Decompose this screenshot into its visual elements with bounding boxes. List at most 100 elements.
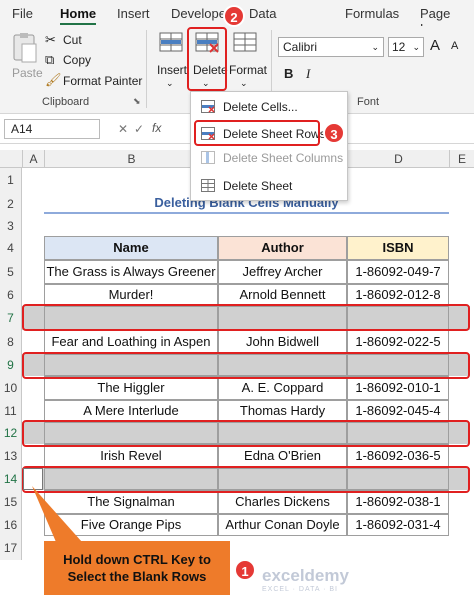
- chevron-down-icon[interactable]: ⌄: [166, 78, 174, 89]
- table-header-cell[interactable]: Author: [218, 236, 347, 260]
- font-name-select[interactable]: Calibri ⌄: [278, 37, 384, 57]
- row-header[interactable]: 3: [0, 216, 22, 236]
- insert-cells-icon[interactable]: [158, 31, 184, 55]
- enter-icon[interactable]: ✓: [134, 122, 144, 136]
- table-header-cell[interactable]: ISBN: [347, 236, 449, 260]
- copy-button[interactable]: Copy: [63, 53, 91, 67]
- table-cell[interactable]: Charles Dickens: [218, 490, 347, 514]
- italic-button[interactable]: I: [306, 66, 310, 82]
- table-cell[interactable]: 1-86092-010-1: [347, 376, 449, 400]
- chevron-down-icon: ⌄: [412, 42, 420, 52]
- row-header[interactable]: 11: [0, 400, 22, 422]
- paste-icon[interactable]: [10, 32, 42, 64]
- table-cell[interactable]: Edna O'Brien: [218, 444, 347, 468]
- table-cell[interactable]: 1-86092-031-4: [347, 514, 449, 536]
- row-header[interactable]: 16: [0, 514, 22, 536]
- menu-item-delete-sheet[interactable]: Delete Sheet: [191, 174, 347, 198]
- copy-icon[interactable]: ⧉: [45, 52, 54, 68]
- font-name-value: Calibri: [283, 40, 318, 54]
- format-cells-icon[interactable]: [232, 31, 258, 55]
- callout-line-2: Select the Blank Rows: [67, 569, 207, 584]
- row-header[interactable]: 1: [0, 168, 22, 192]
- menu-item-label: Delete Sheet: [223, 179, 293, 193]
- format-painter-icon[interactable]: 🖌: [45, 72, 62, 88]
- blank-row-highlight: [22, 420, 470, 447]
- name-box[interactable]: A14: [4, 119, 100, 139]
- font-size-select[interactable]: 12 ⌄: [388, 37, 424, 57]
- clipboard-group-label: Clipboard: [42, 96, 90, 108]
- menu-item-delete-sheet-columns[interactable]: Delete Sheet Columns: [191, 146, 347, 170]
- grow-font-button[interactable]: A: [430, 37, 440, 54]
- tab-home[interactable]: Home: [60, 6, 97, 25]
- watermark-logo: exceldemy EXCEL · DATA · BI: [262, 566, 349, 593]
- table-cell[interactable]: A Mere Interlude: [44, 400, 218, 422]
- step-badge-3: 3: [323, 122, 345, 144]
- table-cell[interactable]: Jeffrey Archer: [218, 260, 347, 284]
- table-cell[interactable]: Arnold Bennett: [218, 284, 347, 306]
- column-header-d[interactable]: D: [347, 150, 449, 168]
- table-cell[interactable]: 1-86092-038-1: [347, 490, 449, 514]
- table-cell[interactable]: 1-86092-036-5: [347, 444, 449, 468]
- delete-cells-icon: [201, 100, 215, 113]
- delete-sheet-icon: [201, 179, 215, 192]
- row-header[interactable]: 6: [0, 284, 22, 306]
- row-header[interactable]: 17: [0, 536, 22, 560]
- row-header[interactable]: 7: [0, 306, 22, 330]
- row-header[interactable]: 15: [0, 490, 22, 514]
- table-cell[interactable]: Fear and Loathing in Aspen: [44, 330, 218, 354]
- table-cell[interactable]: 1-86092-012-8: [347, 284, 449, 306]
- fx-icon[interactable]: fx: [152, 121, 161, 135]
- cut-button[interactable]: Cut: [63, 33, 82, 47]
- row-header[interactable]: 13: [0, 444, 22, 468]
- shrink-font-button[interactable]: A: [451, 40, 458, 52]
- chevron-down-icon: ⌄: [371, 42, 379, 52]
- row-header[interactable]: 10: [0, 376, 22, 400]
- row-header[interactable]: 4: [0, 236, 22, 260]
- menu-item-delete-cells[interactable]: Delete Cells...: [191, 95, 347, 119]
- tab-formulas[interactable]: Formulas: [345, 6, 399, 21]
- table-cell[interactable]: Arthur Conan Doyle: [218, 514, 347, 536]
- tab-file[interactable]: File: [12, 6, 33, 21]
- table-cell[interactable]: A. E. Coppard: [218, 376, 347, 400]
- row-header[interactable]: 12: [0, 422, 22, 444]
- table-cell[interactable]: John Bidwell: [218, 330, 347, 354]
- callout-line-1: Hold down CTRL Key to: [63, 552, 211, 567]
- select-all-corner[interactable]: [0, 150, 22, 168]
- scissors-icon[interactable]: ✂: [45, 32, 56, 48]
- bold-button[interactable]: B: [284, 66, 293, 81]
- table-cell[interactable]: The Higgler: [44, 376, 218, 400]
- column-header-e[interactable]: E: [449, 150, 474, 168]
- table-cell[interactable]: Murder!: [44, 284, 218, 306]
- table-cell[interactable]: Thomas Hardy: [218, 400, 347, 422]
- dialog-launcher-icon[interactable]: ⬊: [133, 96, 141, 107]
- name-box-value: A14: [11, 122, 33, 136]
- delete-sheet-rows-highlight: [194, 120, 320, 146]
- insert-button[interactable]: Insert: [157, 63, 187, 77]
- chevron-down-icon[interactable]: ⌄: [240, 78, 248, 89]
- tab-data[interactable]: Data: [249, 6, 276, 21]
- table-cell[interactable]: 1-86092-049-7: [347, 260, 449, 284]
- step-badge-1: 1: [234, 559, 256, 581]
- table-cell[interactable]: 1-86092-022-5: [347, 330, 449, 354]
- blank-row-highlight: [22, 304, 470, 331]
- tab-insert[interactable]: Insert: [117, 6, 150, 21]
- blank-row-highlight: [22, 352, 470, 379]
- format-button[interactable]: Format: [229, 63, 267, 77]
- tab-developer[interactable]: Developer: [171, 6, 230, 21]
- step-badge-2: 2: [223, 5, 245, 27]
- format-painter-button[interactable]: Format Painter: [63, 74, 142, 88]
- table-cell[interactable]: The Grass is Always Greener: [44, 260, 218, 284]
- menu-item-label: Delete Sheet Columns: [223, 151, 344, 165]
- row-header[interactable]: 8: [0, 330, 22, 354]
- table-cell[interactable]: 1-86092-045-4: [347, 400, 449, 422]
- callout-pointer: [32, 486, 82, 542]
- row-header[interactable]: 5: [0, 260, 22, 284]
- table-cell[interactable]: Irish Revel: [44, 444, 218, 468]
- row-header[interactable]: 2: [0, 192, 22, 216]
- table-header-cell[interactable]: Name: [44, 236, 218, 260]
- paste-button[interactable]: Paste: [12, 66, 43, 80]
- row-header[interactable]: 9: [0, 354, 22, 376]
- cancel-icon[interactable]: ✕: [118, 122, 128, 136]
- column-header-a[interactable]: A: [22, 150, 44, 168]
- row-header[interactable]: 14: [0, 468, 22, 490]
